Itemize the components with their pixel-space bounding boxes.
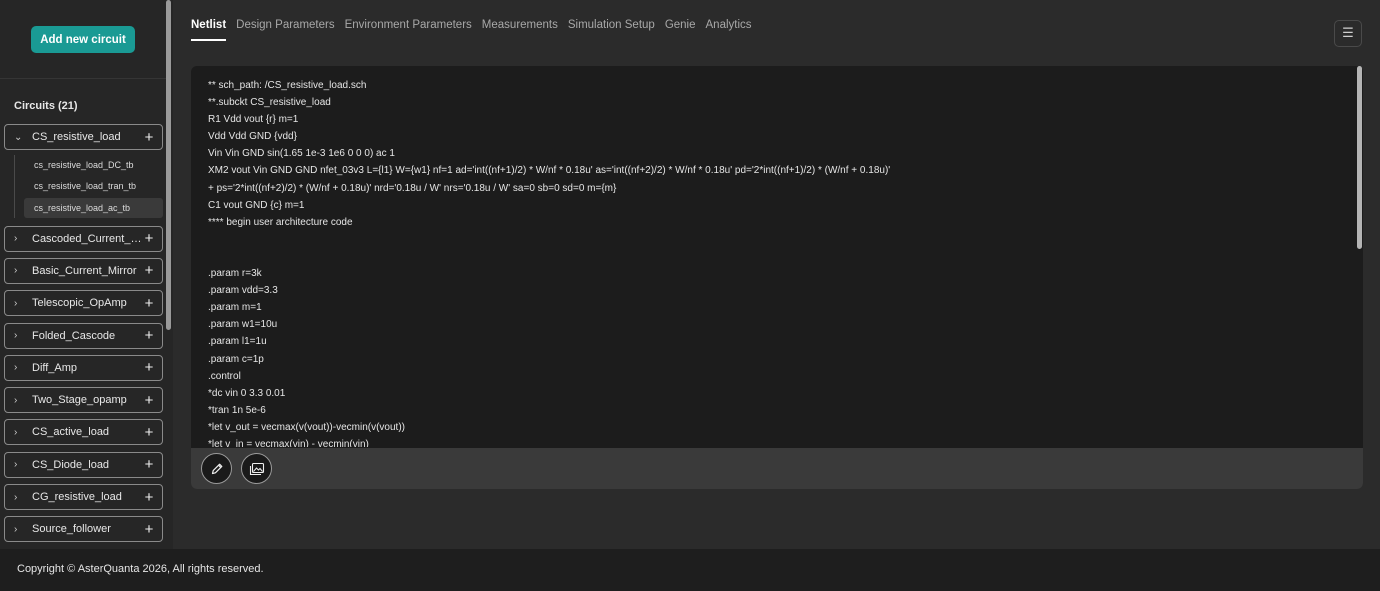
circuit-name: Two_Stage_opamp [32,394,127,407]
chevron-right-icon[interactable]: › [14,265,28,276]
footer: Copyright © AsterQuanta 2026, All rights… [0,549,1380,591]
chevron-right-icon[interactable]: › [14,427,28,438]
add-testbench-icon[interactable]: + [142,231,156,246]
netlist-code[interactable]: ** sch_path: /CS_resistive_load.sch **.su… [208,77,1338,447]
code-line: *dc vin 0 3.3 0.01 [208,387,286,399]
circuit-name: Cascoded_Current_Mirror [32,232,142,245]
code-line: + ps='2*int((nf+2)/2) * (W/nf + 0.18u)' … [208,182,617,194]
code-line: R1 Vdd vout {r} m=1 [208,114,299,126]
testbench-item[interactable]: cs_resistive_load_DC_tb [24,155,163,175]
circuit-item[interactable]: › Diff_Amp + [4,354,163,381]
chevron-right-icon[interactable]: › [14,459,28,470]
circuit-item[interactable]: › Cascoded_Current_Mirror+ [4,225,163,252]
code-line: .param c=1p [208,353,264,365]
tab-simulation-setup[interactable]: Simulation Setup [568,19,655,41]
code-line: *let v_in = vecmax(vin) - vecmin(vin) [208,438,369,447]
tab-genie[interactable]: Genie [665,19,696,41]
circuit-item[interactable]: › CS_Diode_load + [4,451,163,478]
code-line: ** sch_path: /CS_resistive_load.sch [208,80,367,91]
image-icon[interactable] [241,453,272,484]
tab-analytics[interactable]: Analytics [706,19,752,41]
chevron-right-icon[interactable]: › [14,298,28,309]
add-testbench-icon[interactable]: + [142,393,156,408]
chevron-right-icon[interactable]: › [14,492,28,503]
code-line: **** begin user architecture code [208,216,353,228]
circuit-name: Telescopic_OpAmp [32,297,127,310]
code-line: **.subckt CS_resistive_load [208,97,331,109]
circuit-item[interactable]: › Basic_Current_Mirror + [4,257,163,284]
editor-scrollbar[interactable] [1357,66,1362,249]
pencil-icon[interactable] [201,453,232,484]
tab-netlist[interactable]: Netlist [191,19,227,41]
chevron-right-icon[interactable]: › [14,233,28,244]
circuit-name: Source_follower [32,523,111,536]
circuit-list: ⌄ CS_resistive_load + cs_resistive_load_DC_… [4,124,163,549]
tab-bar: Netlist Design Parameters Environment Para… [191,19,752,41]
editor-toolbar [191,448,1363,489]
code-line: C1 vout GND {c} m=1 [208,199,305,211]
add-testbench-icon[interactable]: + [142,263,156,278]
sidebar-divider [0,78,166,79]
circuit-item[interactable]: › Folded_Cascode + [4,322,163,349]
circuit-item[interactable]: › Source_follower + [4,516,163,543]
add-testbench-icon[interactable]: + [142,328,156,343]
code-line: *let v_out = vecmax(v(vout))-vecmin(v(vo… [208,421,405,433]
add-new-circuit-button[interactable]: Add new circuit [31,26,135,53]
chevron-right-icon[interactable]: › [14,362,28,373]
code-line: Vin Vin GND sin(1.65 1e-3 1e6 0 0 0) ac … [208,148,395,160]
add-testbench-icon[interactable]: + [142,130,156,145]
add-testbench-icon[interactable]: + [142,490,156,505]
sidebar-scrollbar[interactable] [166,0,171,330]
copyright-text: Copyright © AsterQuanta 2026, All rights… [17,563,264,575]
code-line: .param l1=1u [208,336,267,348]
circuits-title: Circuits (21) [14,100,78,112]
add-testbench-icon[interactable]: + [142,457,156,472]
circuit-item[interactable]: › Telescopic_OpAmp + [4,290,163,317]
circuit-name: Basic_Current_Mirror [32,264,137,277]
code-line: .param r=3k [208,268,262,280]
netlist-editor[interactable]: ** sch_path: /CS_resistive_load.sch **.su… [191,66,1363,489]
chevron-right-icon[interactable]: › [14,524,28,535]
add-testbench-icon[interactable]: + [142,360,156,375]
code-line: .param m=1 [208,302,262,314]
code-line: XM2 vout Vin GND GND nfet_03v3 L={l1} W=… [208,165,891,177]
chevron-right-icon[interactable]: › [14,330,28,341]
circuit-name: CS_resistive_load [32,131,121,143]
code-line: .control [208,370,241,382]
circuit-name: CS_Diode_load [32,458,110,471]
add-testbench-icon[interactable]: + [142,522,156,537]
code-line: .param w1=10u [208,319,278,331]
code-line: Vdd Vdd GND {vdd} [208,131,297,143]
add-testbench-icon[interactable]: + [142,296,156,311]
testbench-item[interactable]: cs_resistive_load_ac_tb [24,197,163,218]
circuit-name: Folded_Cascode [32,329,116,342]
tab-design-parameters[interactable]: Design Parameters [236,19,334,41]
testbench-list: cs_resistive_load_DC_tb cs_resistive_load… [14,155,163,218]
tab-measurements[interactable]: Measurements [482,19,558,41]
testbench-item[interactable]: cs_resistive_load_tran_tb [24,176,163,196]
circuit-item[interactable]: › CS_active_load + [4,419,163,446]
menu-icon[interactable]: ☰ [1334,20,1362,47]
sidebar: Add new circuit Circuits (21) ⌄ CS_resist… [0,0,173,549]
code-line: *tran 1n 5e-6 [208,404,266,416]
circuit-item[interactable]: › Two_Stage_opamp + [4,387,163,414]
tab-environment-parameters[interactable]: Environment Parameters [345,19,472,41]
circuit-item[interactable]: › CG_resistive_load + [4,484,163,511]
circuit-name: CS_active_load [32,426,110,439]
circuit-name: Diff_Amp [32,361,78,374]
chevron-down-icon[interactable]: ⌄ [14,132,28,143]
chevron-right-icon[interactable]: › [14,395,28,406]
circuit-item[interactable]: ⌄ CS_resistive_load + [4,124,163,150]
code-line: .param vdd=3.3 [208,285,278,297]
add-testbench-icon[interactable]: + [142,425,156,440]
circuit-name: CG_resistive_load [32,491,122,504]
